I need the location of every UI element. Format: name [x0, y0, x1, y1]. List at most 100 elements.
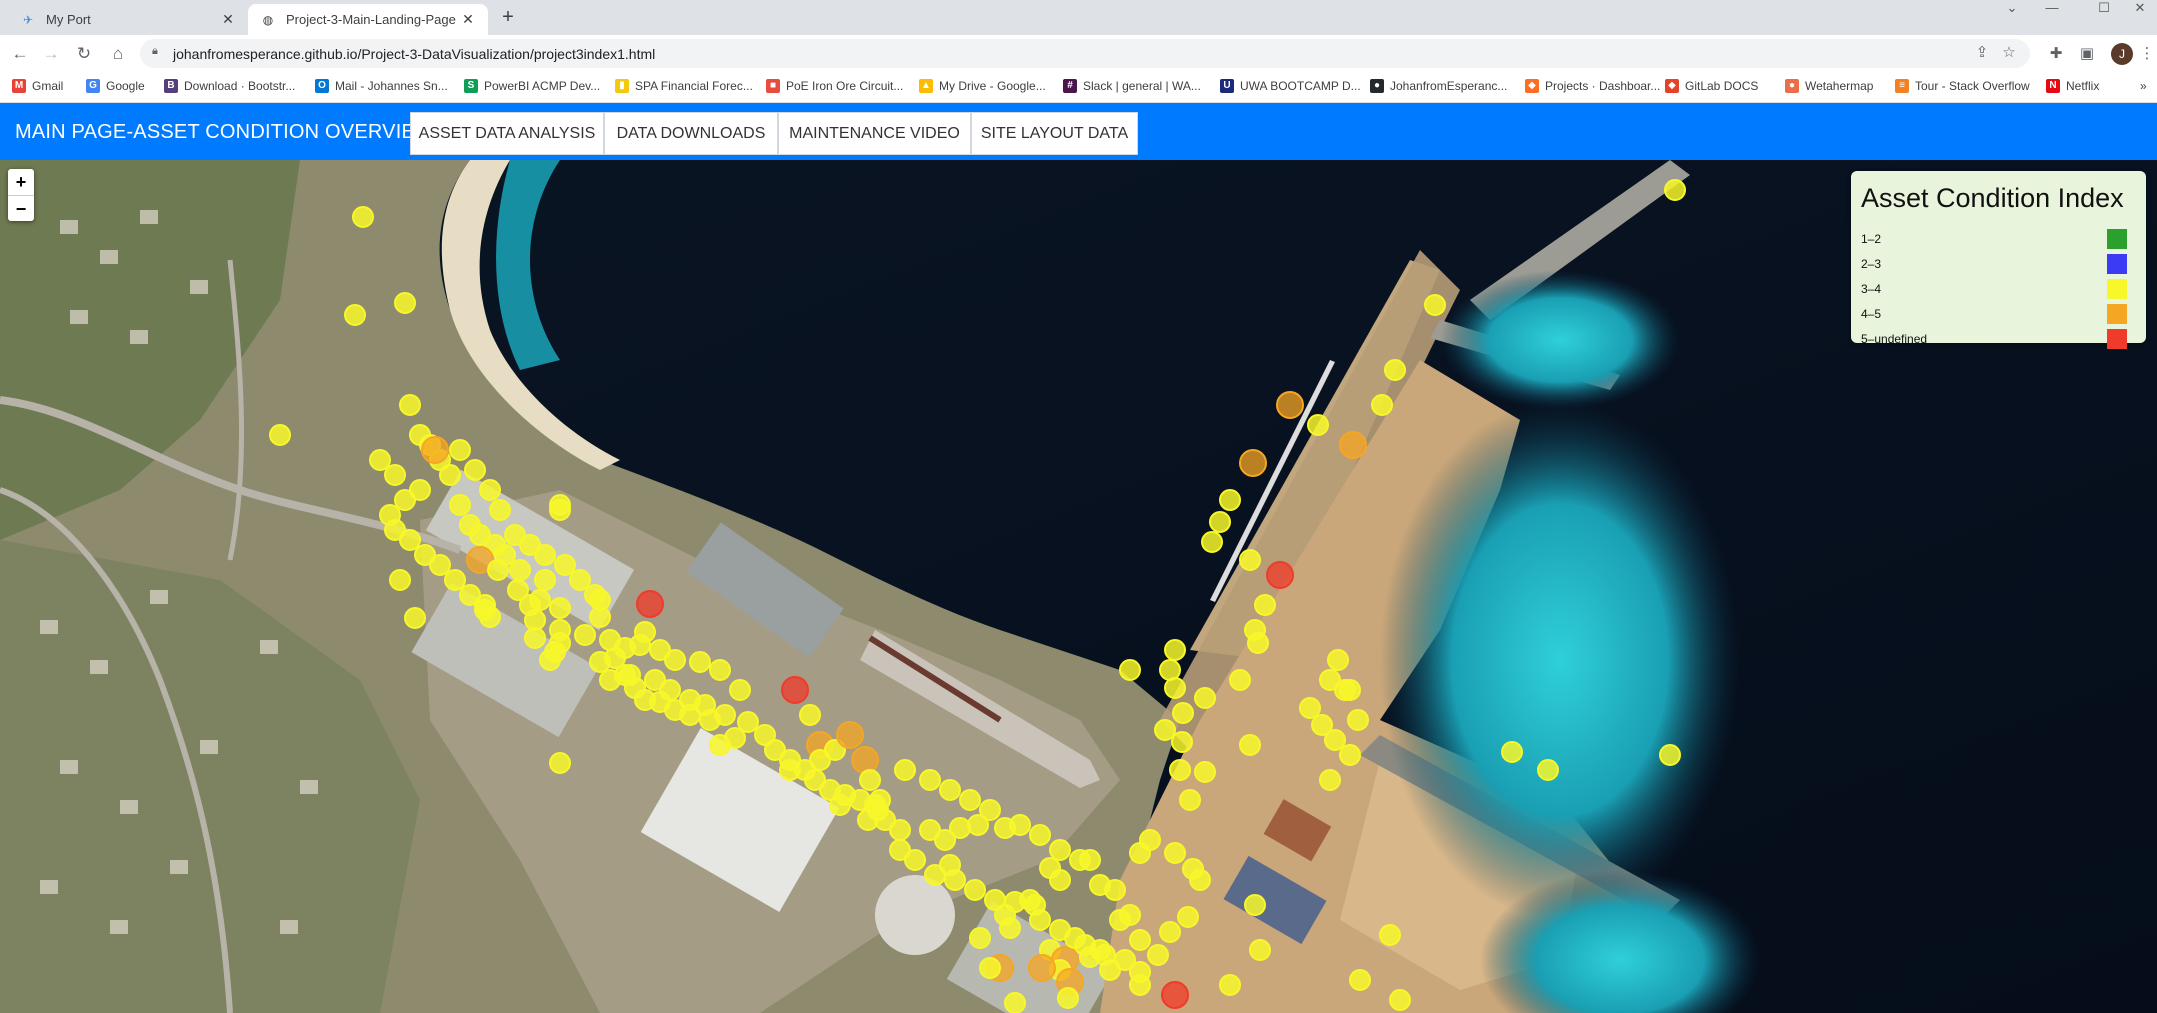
asset-marker[interactable] [394, 489, 416, 511]
asset-marker[interactable] [619, 664, 641, 686]
asset-marker[interactable] [709, 659, 731, 681]
bookmark-item[interactable]: # Slack | general | WA... [1063, 79, 1201, 93]
asset-marker[interactable] [1169, 759, 1191, 781]
asset-marker[interactable] [1154, 719, 1176, 741]
bookmark-item[interactable]: ≡ Tour - Stack Overflow [1895, 79, 2030, 93]
asset-marker[interactable] [439, 464, 461, 486]
asset-marker[interactable] [1339, 679, 1361, 701]
asset-marker[interactable] [1379, 924, 1401, 946]
asset-marker[interactable] [694, 694, 716, 716]
asset-marker[interactable] [1371, 394, 1393, 416]
asset-marker[interactable] [729, 679, 751, 701]
asset-marker[interactable] [584, 584, 606, 606]
bookmark-item[interactable]: N Netflix [2046, 79, 2099, 93]
asset-marker[interactable] [444, 569, 466, 591]
asset-marker[interactable] [1119, 659, 1141, 681]
asset-marker[interactable] [479, 479, 501, 501]
asset-marker[interactable] [1219, 974, 1241, 996]
new-tab-button[interactable]: + [496, 6, 520, 29]
asset-marker[interactable] [1164, 639, 1186, 661]
bookmark-item[interactable]: ● Wetahermap [1785, 79, 1873, 93]
asset-marker[interactable] [1179, 789, 1201, 811]
bookmark-item[interactable]: B Download · Bootstr... [164, 79, 295, 93]
asset-marker[interactable] [534, 569, 556, 591]
asset-marker[interactable] [689, 651, 711, 673]
bookmark-star-icon[interactable]: ☆ [1999, 43, 2019, 61]
browser-tab-main-landing[interactable]: ◍ Project-3-Main-Landing-Page ✕ [248, 4, 488, 35]
asset-marker[interactable] [269, 424, 291, 446]
asset-marker[interactable] [459, 584, 481, 606]
asset-marker[interactable] [967, 814, 989, 836]
satellite-map[interactable]: + − Asset Condition Index 1–2 2–3 3–4 4–… [0, 160, 2157, 1013]
bookmark-item[interactable]: ● JohanfromEsperanc... [1370, 79, 1507, 93]
nav-site-layout-data[interactable]: SITE LAYOUT DATA [971, 112, 1138, 155]
asset-marker[interactable] [1189, 869, 1211, 891]
asset-marker[interactable] [1164, 842, 1186, 864]
close-tab-icon[interactable]: ✕ [220, 11, 236, 28]
asset-marker[interactable] [979, 957, 1001, 979]
asset-marker[interactable] [394, 292, 416, 314]
asset-marker[interactable] [1201, 531, 1223, 553]
nav-asset-data-analysis[interactable]: ASSET DATA ANALYSIS [410, 112, 604, 155]
asset-marker[interactable] [1172, 702, 1194, 724]
asset-marker[interactable] [549, 752, 571, 774]
asset-marker[interactable] [1664, 179, 1686, 201]
asset-marker[interactable] [474, 599, 496, 621]
asset-marker[interactable] [1029, 824, 1051, 846]
zoom-in-button[interactable]: + [8, 169, 34, 195]
lock-icon[interactable]: 🔒︎ [152, 45, 158, 58]
asset-marker[interactable] [1029, 909, 1051, 931]
asset-marker[interactable] [589, 651, 611, 673]
asset-marker[interactable] [1009, 814, 1031, 836]
asset-marker[interactable] [1389, 989, 1411, 1011]
asset-marker[interactable] [1247, 632, 1269, 654]
asset-marker[interactable] [1307, 414, 1329, 436]
asset-marker[interactable] [1147, 944, 1169, 966]
browser-tab-my-port[interactable]: ✈ My Port ✕ [8, 4, 248, 35]
nav-maintenance-video[interactable]: MAINTENANCE VIDEO [778, 112, 971, 155]
asset-marker[interactable] [664, 649, 686, 671]
asset-marker[interactable] [984, 889, 1006, 911]
bookmark-item[interactable]: U UWA BOOTCAMP D... [1220, 79, 1361, 93]
bookmark-item[interactable]: S PowerBI ACMP Dev... [464, 79, 600, 93]
more-bookmarks-icon[interactable]: » [2140, 79, 2147, 93]
asset-marker[interactable] [799, 704, 821, 726]
asset-marker[interactable] [1028, 954, 1056, 982]
asset-marker[interactable] [449, 439, 471, 461]
back-icon[interactable]: ← [9, 43, 31, 65]
asset-marker[interactable] [1424, 294, 1446, 316]
asset-marker[interactable] [1129, 842, 1151, 864]
share-icon[interactable]: ⇪ [1972, 43, 1992, 61]
asset-marker[interactable] [1239, 734, 1261, 756]
asset-marker[interactable] [924, 864, 946, 886]
bookmark-item[interactable]: ◆ Projects · Dashboar... [1525, 79, 1660, 93]
reload-icon[interactable]: ↻ [73, 43, 95, 65]
home-icon[interactable]: ⌂ [107, 43, 129, 65]
asset-marker[interactable] [999, 917, 1021, 939]
asset-marker[interactable] [851, 746, 879, 774]
asset-marker[interactable] [1049, 839, 1071, 861]
asset-marker[interactable] [1129, 974, 1151, 996]
asset-marker[interactable] [509, 559, 531, 581]
asset-marker[interactable] [1266, 561, 1294, 589]
asset-marker[interactable] [781, 676, 809, 704]
asset-marker[interactable] [1171, 731, 1193, 753]
asset-marker[interactable] [1347, 709, 1369, 731]
bookmark-item[interactable]: ▲ My Drive - Google... [919, 79, 1046, 93]
asset-marker[interactable] [549, 597, 571, 619]
asset-marker[interactable] [1194, 687, 1216, 709]
close-window-icon[interactable]: ✕ [2120, 0, 2157, 16]
asset-marker[interactable] [549, 494, 571, 516]
asset-marker[interactable] [919, 769, 941, 791]
asset-marker[interactable] [1114, 949, 1136, 971]
asset-marker[interactable] [1159, 921, 1181, 943]
asset-marker[interactable] [399, 529, 421, 551]
asset-marker[interactable] [1537, 759, 1559, 781]
asset-marker[interactable] [421, 436, 449, 464]
tab-search-icon[interactable]: ⌄ [1992, 0, 2032, 16]
asset-marker[interactable] [1057, 987, 1079, 1009]
asset-marker[interactable] [944, 869, 966, 891]
forward-icon[interactable]: → [40, 43, 62, 65]
asset-marker[interactable] [1254, 594, 1276, 616]
asset-marker[interactable] [1079, 849, 1101, 871]
